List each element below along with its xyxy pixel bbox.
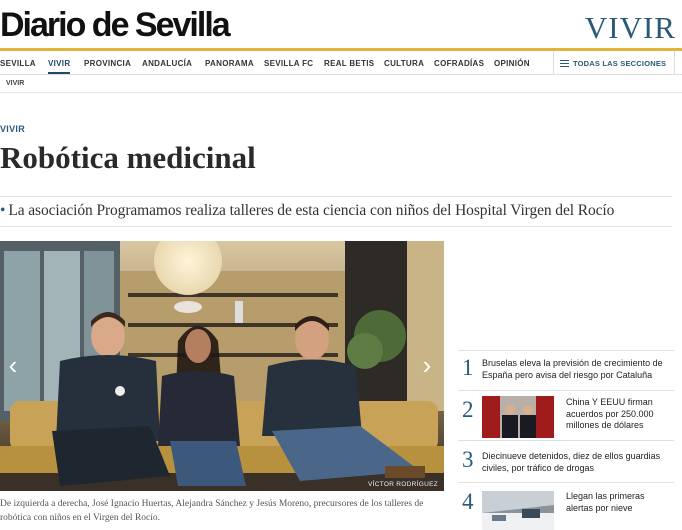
section-title[interactable]: VIVIR: [585, 10, 676, 46]
gallery-next-button[interactable]: ›: [416, 345, 438, 385]
bullet-icon: •: [0, 202, 6, 219]
ranking-headline[interactable]: China Y EEUU firman acuerdos por 250.000…: [566, 397, 671, 432]
divider: [0, 226, 672, 227]
photo-credit: VÍCTOR RODRÍGUEZ: [367, 481, 438, 488]
nav-item-real-betis[interactable]: REAL BETIS: [324, 59, 374, 68]
masthead: Diario de Sevilla VIVIR: [0, 0, 682, 50]
nav-item-cultura[interactable]: CULTURA: [384, 59, 424, 68]
ranking-number: 3: [462, 447, 474, 472]
article-headline: Robótica medicinal: [0, 140, 256, 175]
ranking-headline[interactable]: Diecinueve detenidos, diez de ellos guar…: [482, 451, 672, 474]
summary-text: La asociación Programamos realiza taller…: [8, 202, 615, 219]
nav-item-cofradias[interactable]: COFRADÍAS: [434, 59, 484, 68]
gallery-prev-button[interactable]: ‹: [2, 345, 24, 385]
photo-illustration: [0, 241, 444, 491]
ranking-number: 1: [462, 355, 474, 380]
article-kicker[interactable]: VIVIR: [0, 124, 25, 134]
ranking-thumbnail[interactable]: [482, 396, 554, 438]
ranking-item[interactable]: 2 China Y EEUU firman acuerdos por 250.0…: [458, 390, 674, 440]
ranking-thumbnail[interactable]: [482, 491, 554, 530]
article-photo: ‹ › VÍCTOR RODRÍGUEZ: [0, 241, 444, 491]
all-sections-label: TODAS LAS SECCIONES: [573, 59, 667, 68]
site-logo[interactable]: Diario de Sevilla: [0, 6, 231, 45]
nav-item-sevilla-fc[interactable]: SEVILLA FC: [264, 59, 313, 68]
nav-item-vivir[interactable]: VIVIR: [48, 59, 71, 74]
ranking-item[interactable]: 4 Llegan las primeras alertas por nieve: [458, 482, 674, 530]
ranking-number: 4: [462, 489, 474, 514]
nav-item-provincia[interactable]: PROVINCIA: [84, 59, 131, 68]
all-sections-button[interactable]: TODAS LAS SECCIONES: [553, 51, 675, 75]
ranking-headline[interactable]: Llegan las primeras alertas por nieve: [566, 491, 671, 514]
divider: [0, 196, 672, 197]
ranking-item[interactable]: 3 Diecinueve detenidos, diez de ellos gu…: [458, 440, 674, 482]
ranking-headline[interactable]: Bruselas eleva la previsión de crecimien…: [482, 358, 672, 381]
hamburger-menu-icon: [560, 60, 569, 67]
nav-item-opinion[interactable]: OPINIÓN: [494, 59, 530, 68]
nav-item-panorama[interactable]: PANORAMA: [205, 59, 254, 68]
nav-item-sevilla[interactable]: SEVILLA: [0, 59, 36, 68]
subnav-item-vivir[interactable]: VIVIR: [6, 80, 24, 87]
article-summary: • La asociación Programamos realiza talle…: [0, 202, 614, 220]
sub-nav: VIVIR: [0, 75, 682, 93]
nav-item-andalucia[interactable]: ANDALUCÍA: [142, 59, 192, 68]
ranking-item[interactable]: 1 Bruselas eleva la previsión de crecimi…: [458, 350, 674, 390]
photo-caption: De izquierda a derecha, José Ignacio Hue…: [0, 499, 424, 523]
ranking-number: 2: [462, 397, 474, 422]
